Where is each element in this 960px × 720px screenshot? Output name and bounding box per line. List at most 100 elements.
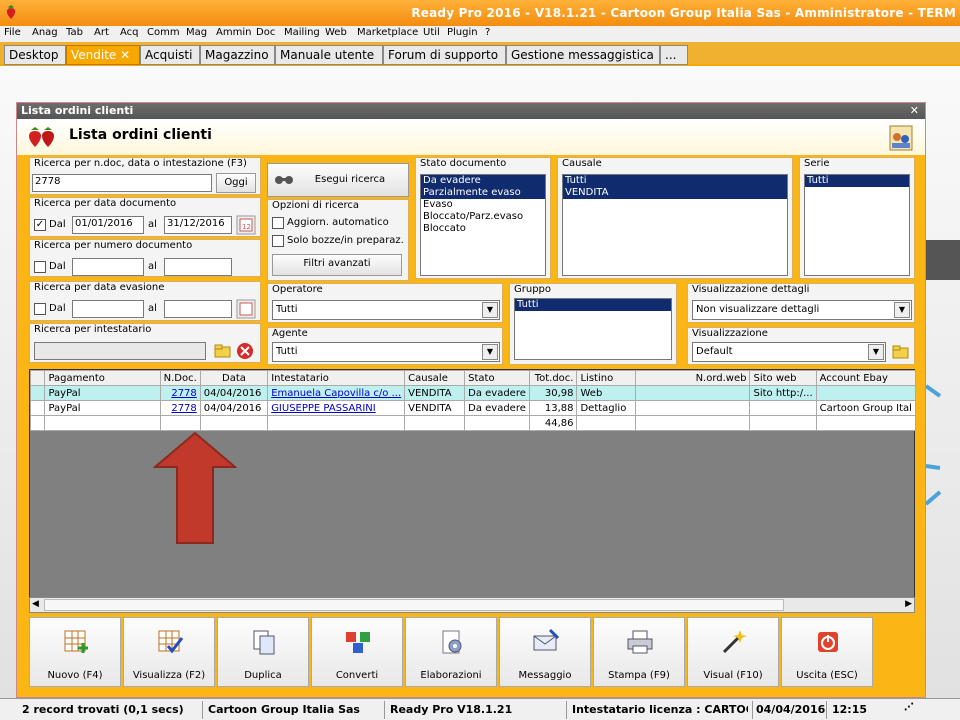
date-from-input[interactable]: 01/01/2016	[72, 216, 144, 234]
auto-update-checkbox[interactable]	[272, 217, 284, 229]
chevron-down-icon[interactable]: ▼	[482, 302, 498, 318]
esegui-ricerca-button[interactable]: Esegui ricerca	[267, 163, 409, 197]
column-header[interactable]: Account Ebay	[815, 370, 917, 386]
menu-tab[interactable]: Tab	[66, 27, 83, 38]
column-header[interactable]: Listino	[576, 370, 637, 386]
table-cell-link[interactable]: GIUSEPPE PASSARINI	[267, 400, 406, 416]
menu-util[interactable]: Util	[423, 27, 440, 38]
calendar-icon[interactable]	[236, 299, 256, 319]
chevron-down-icon[interactable]: ▼	[482, 344, 498, 360]
calendar-icon[interactable]: 12	[236, 215, 256, 235]
table-cell-link[interactable]: 2778	[159, 400, 201, 416]
visualizzazione-dettagli-select[interactable]: Non visualizzare dettagli ▼	[692, 300, 912, 320]
horizontal-scrollbar[interactable]: ◀ ▶	[29, 597, 915, 613]
messaggio-button[interactable]: Messaggio	[499, 617, 591, 687]
list-item[interactable]: Da evadere	[421, 175, 545, 187]
menu-file[interactable]: File	[4, 27, 21, 38]
button-label: Converti	[335, 670, 379, 681]
menu-help[interactable]: ?	[485, 27, 490, 38]
menu-mag[interactable]: Mag	[186, 27, 207, 38]
filtri-avanzati-button[interactable]: Filtri avanzati	[272, 254, 402, 276]
column-header[interactable]: Stato	[464, 370, 530, 386]
tab-desktop[interactable]: Desktop	[4, 45, 66, 65]
resize-grip-icon[interactable]: ⋰	[904, 702, 914, 713]
table-row[interactable]: PayPal 2778 04/04/2016 GIUSEPPE PASSARIN…	[29, 400, 917, 416]
duplica-button[interactable]: Duplica	[217, 617, 309, 687]
column-header[interactable]: Sito web	[749, 370, 817, 386]
list-item[interactable]: Bloccato/Parz.evaso	[421, 211, 545, 223]
menu-web[interactable]: Web	[325, 27, 347, 38]
list-item[interactable]: Tutti	[563, 175, 787, 187]
tab-gestione-messaggistica[interactable]: Gestione messaggistica	[506, 45, 660, 65]
visual-button[interactable]: Visual (F10)	[687, 617, 779, 687]
table-row[interactable]: PayPal 2778 04/04/2016 Emanuela Capovill…	[29, 385, 917, 401]
number-checkbox[interactable]	[34, 261, 46, 273]
folder-icon[interactable]	[892, 343, 910, 361]
column-header[interactable]: N.Doc.	[159, 370, 201, 386]
gruppo-list[interactable]: Tutti	[514, 298, 672, 360]
menu-plugin[interactable]: Plugin	[447, 27, 478, 38]
column-header[interactable]: N.ord.web	[635, 370, 751, 386]
causale-list[interactable]: Tutti VENDITA	[562, 174, 788, 276]
arrow-left-icon[interactable]: ◀	[32, 599, 39, 609]
oggi-button[interactable]: Oggi	[216, 173, 256, 193]
list-item[interactable]: Parzialmente evaso	[421, 187, 545, 199]
date-checkbox[interactable]: ✓	[34, 219, 46, 231]
search-doc-input[interactable]: 2778	[32, 174, 212, 192]
elaborazioni-button[interactable]: Elaborazioni	[405, 617, 497, 687]
tab-acquisti[interactable]: Acquisti	[140, 45, 200, 65]
nuovo-button[interactable]: Nuovo (F4)	[29, 617, 121, 687]
menu-acq[interactable]: Acq	[120, 27, 139, 38]
clear-icon[interactable]	[236, 342, 254, 360]
chevron-down-icon[interactable]: ▼	[868, 344, 884, 360]
list-item[interactable]: VENDITA	[563, 187, 787, 199]
evasion-to-input[interactable]	[164, 300, 232, 318]
users-icon[interactable]	[889, 125, 913, 151]
folder-icon[interactable]	[214, 342, 232, 360]
stampa-button[interactable]: Stampa (F9)	[593, 617, 685, 687]
scrollbar-thumb[interactable]	[44, 599, 784, 611]
menu-mailing[interactable]: Mailing	[284, 27, 320, 38]
table-cell-link[interactable]: Emanuela Capovilla c/o ...	[267, 385, 406, 401]
menu-anag[interactable]: Anag	[32, 27, 58, 38]
list-item[interactable]: Tutti	[805, 175, 909, 187]
converti-button[interactable]: Converti	[311, 617, 403, 687]
tab-magazzino[interactable]: Magazzino	[200, 45, 275, 65]
list-item[interactable]: Evaso	[421, 199, 545, 211]
visualizza-button[interactable]: Visualizza (F2)	[123, 617, 215, 687]
chevron-down-icon[interactable]: ▼	[894, 302, 910, 318]
only-drafts-checkbox[interactable]	[272, 235, 284, 247]
close-icon[interactable]: ✕	[120, 48, 130, 62]
intestatario-input[interactable]	[34, 342, 206, 360]
column-header[interactable]: Data	[199, 370, 269, 386]
stato-list[interactable]: Da evadere Parzialmente evaso Evaso Bloc…	[420, 174, 546, 276]
menu-comm[interactable]: Comm	[147, 27, 180, 38]
evasion-checkbox[interactable]	[34, 303, 46, 315]
agente-select[interactable]: Tutti ▼	[272, 342, 500, 362]
tab-more[interactable]: ...	[660, 45, 688, 65]
list-item[interactable]: Tutti	[515, 299, 671, 311]
menu-ammin[interactable]: Ammin	[216, 27, 251, 38]
operatore-select[interactable]: Tutti ▼	[272, 300, 500, 320]
menu-art[interactable]: Art	[94, 27, 109, 38]
number-from-input[interactable]	[72, 258, 144, 276]
serie-list[interactable]: Tutti	[804, 174, 910, 276]
close-icon[interactable]: ✕	[910, 104, 919, 117]
column-header[interactable]: Tot.doc.	[528, 370, 578, 386]
column-header[interactable]: Pagamento	[44, 370, 161, 386]
date-to-input[interactable]: 31/12/2016	[164, 216, 232, 234]
tab-manuale-utente[interactable]: Manuale utente	[275, 45, 383, 65]
list-item[interactable]: Bloccato	[421, 223, 545, 235]
column-header[interactable]: Causale	[404, 370, 466, 386]
arrow-right-icon[interactable]: ▶	[905, 599, 912, 609]
table-cell-link[interactable]: 2778	[159, 385, 201, 401]
evasion-from-input[interactable]	[72, 300, 144, 318]
visualizzazione-select[interactable]: Default ▼	[692, 342, 886, 362]
menu-doc[interactable]: Doc	[256, 27, 275, 38]
tab-vendite[interactable]: Vendite ✕	[66, 45, 140, 65]
tab-forum-supporto[interactable]: Forum di supporto	[383, 45, 506, 65]
number-to-input[interactable]	[164, 258, 232, 276]
column-header[interactable]: Intestatario	[267, 370, 406, 386]
uscita-button[interactable]: Uscita (ESC)	[781, 617, 873, 687]
menu-marketplace[interactable]: Marketplace	[357, 27, 418, 38]
